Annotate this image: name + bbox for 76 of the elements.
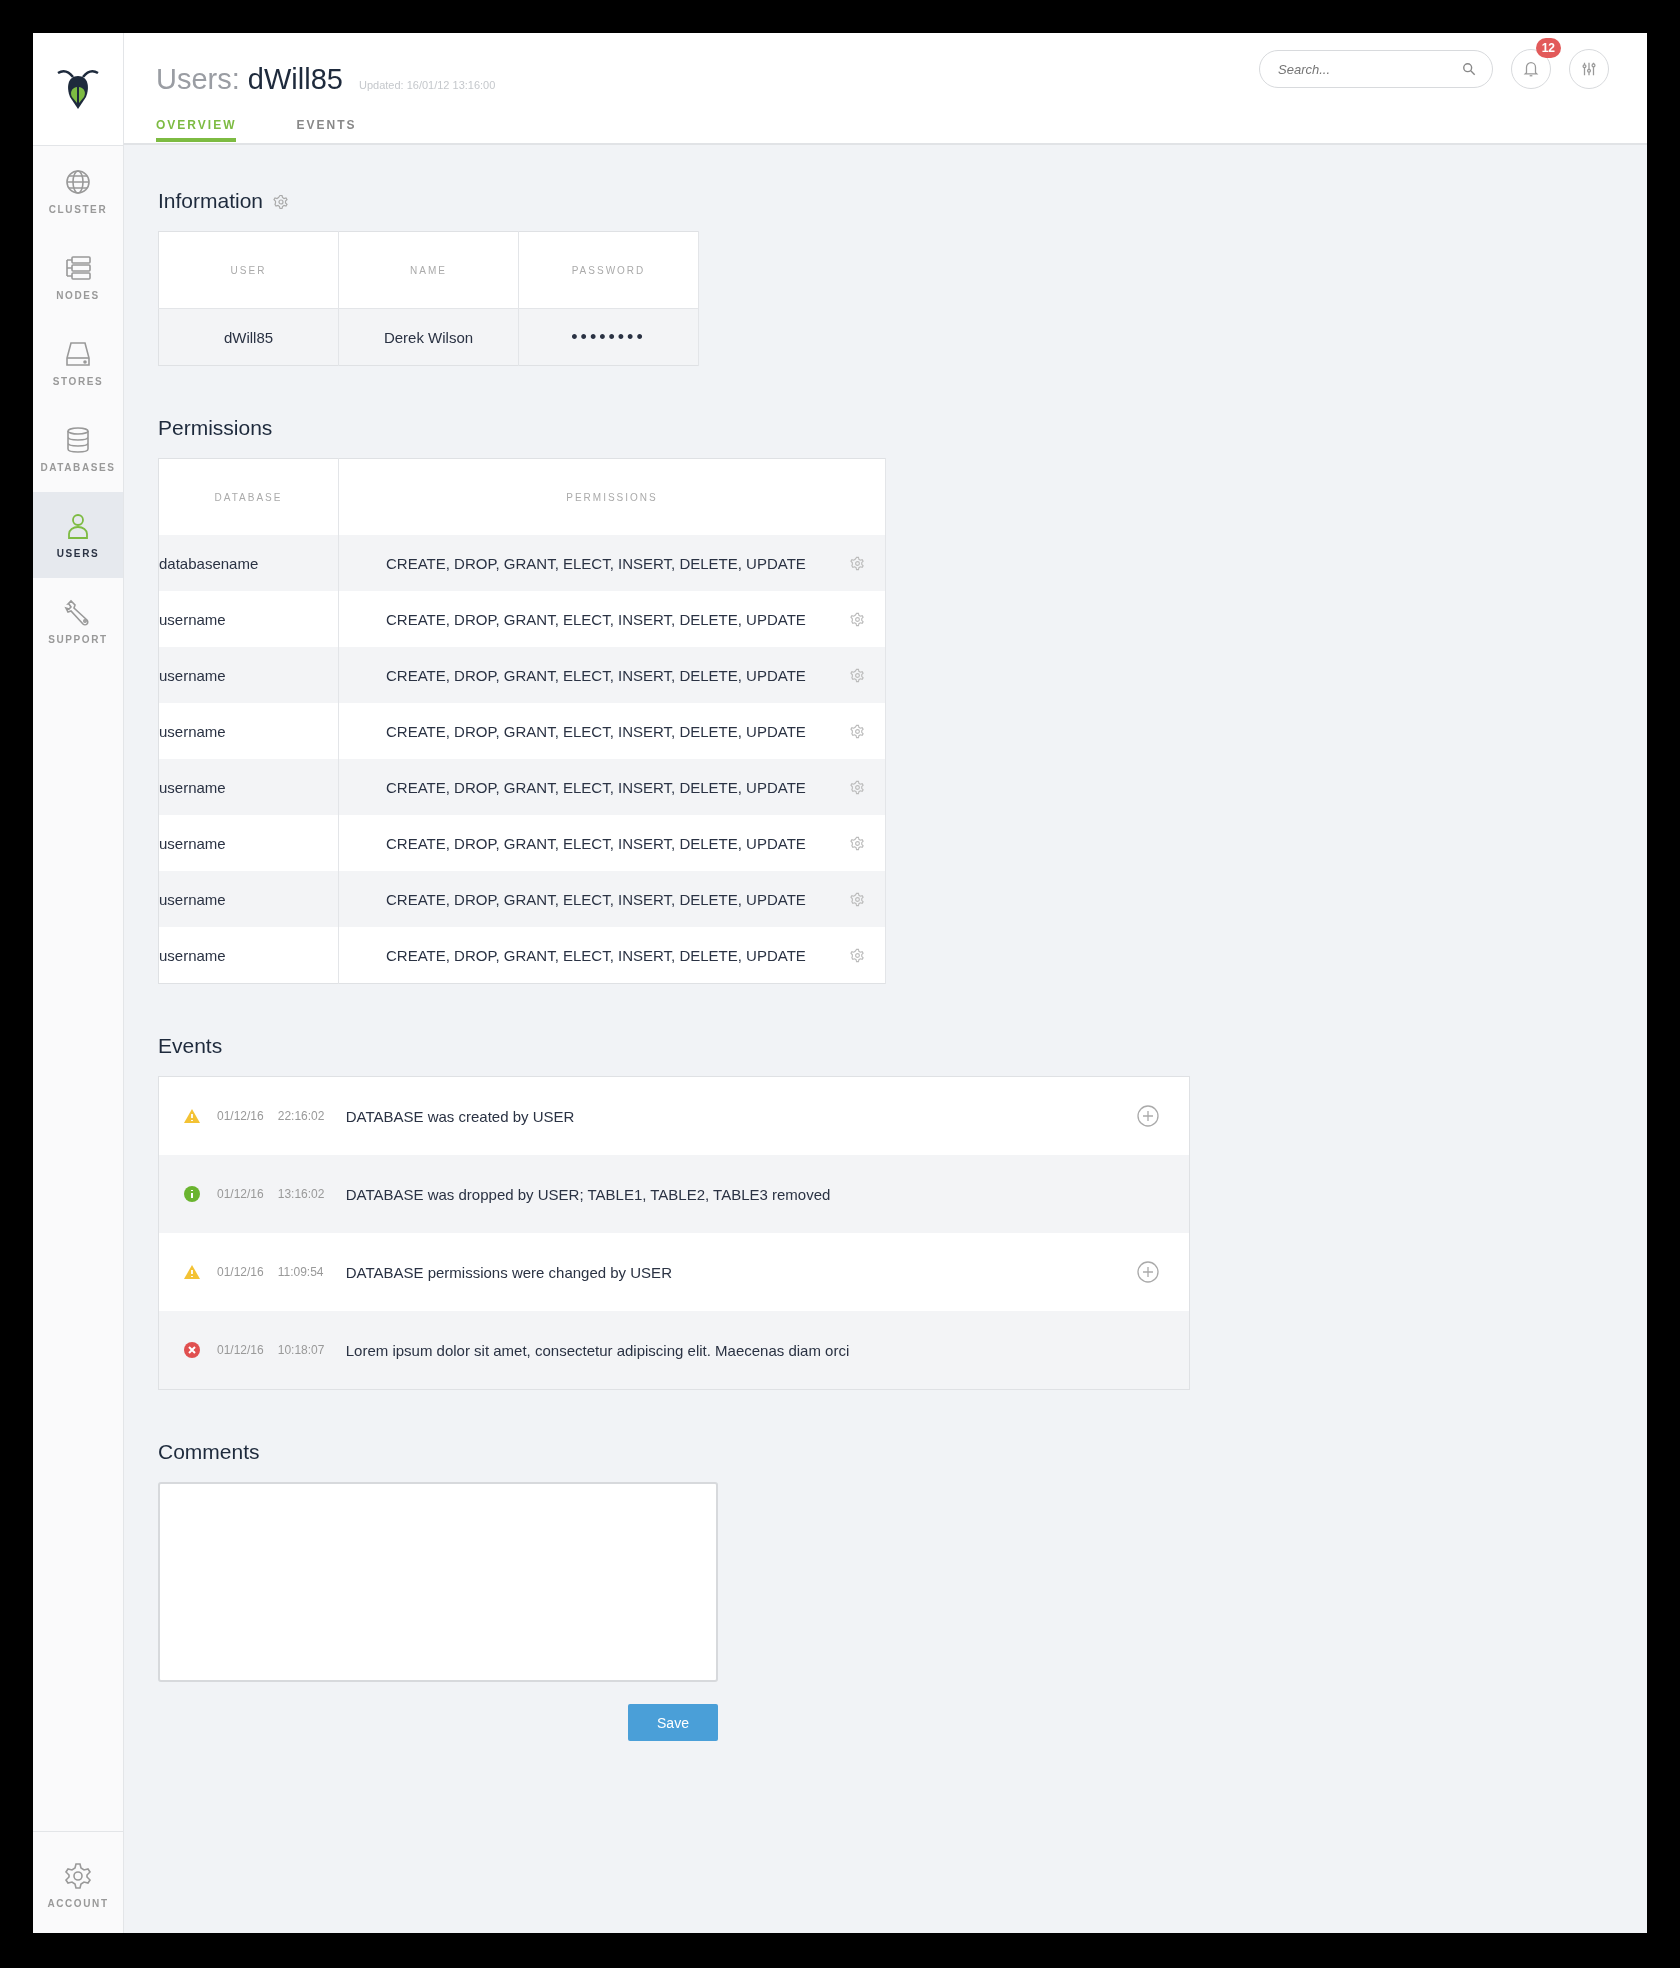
column-header: PERMISSIONS [566,491,658,503]
sliders-icon [1580,60,1598,78]
bug-logo-icon [56,67,100,111]
table-cell: CREATE, DROP, GRANT, ELECT, INSERT, DELETE, UPDATE [386,666,806,684]
event-time: 13:16:02 [277,1187,326,1201]
sidebar-item[interactable]: STORES [33,320,123,406]
bell-icon [1522,60,1540,78]
settings-icon[interactable] [273,194,290,210]
expand-plus-icon[interactable] [1137,1261,1159,1283]
table-cell: username [159,834,226,852]
table-cell: dWill85 [223,328,274,346]
section-title: Events [158,1034,224,1058]
comments-field[interactable] [158,1482,718,1682]
sidebar-item[interactable]: NODES [33,234,123,320]
settings-icon[interactable] [850,555,865,571]
section-title: Comments [158,1440,261,1464]
settings-icon[interactable] [850,891,865,907]
table-cell: Derek Wilson [383,328,474,346]
column-header: USER [230,264,267,276]
save-button[interactable]: Save [628,1704,718,1741]
event-date: 01/12/16 [217,1187,264,1201]
table-cell: CREATE, DROP, GRANT, ELECT, INSERT, DELETE, UPDATE [386,610,806,628]
table-cell: username [159,946,226,964]
search-field[interactable]: Search... [1259,50,1493,88]
table-cell: CREATE, DROP, GRANT, ELECT, INSERT, DELETE, UPDATE [386,778,806,796]
table-cell: CREATE, DROP, GRANT, ELECT, INSERT, DELETE, UPDATE [386,554,806,572]
table-cell: CREATE, DROP, GRANT, ELECT, INSERT, DELETE, UPDATE [386,722,806,740]
event-date: 01/12/16 [217,1265,264,1279]
table-cell: username [159,890,226,908]
column-header: PASSWORD [571,264,646,276]
globe-icon [64,167,92,196]
event-message: Lorem ipsum dolor sit amet, consectetur adipiscing elit. Maecenas diam orci [345,1341,851,1359]
sidebar-item[interactable]: SUPPORT [33,578,123,664]
section-title: Permissions [158,416,274,440]
server-stack-icon [64,253,92,282]
table-cell: username [159,778,226,796]
settings-icon[interactable] [850,835,865,851]
section-title: Information [158,189,264,213]
settings-icon[interactable] [850,667,865,683]
sidebar-item[interactable]: DATABASES [33,406,123,492]
column-header: NAME [410,264,447,276]
table-cell: databasename [159,554,259,572]
notification-count-badge: 12 [1535,38,1561,58]
event-date: 01/12/16 [217,1109,264,1123]
event-message: DATABASE was created by USER [345,1107,576,1125]
event-time: 22:16:02 [277,1109,326,1123]
event-time: 10:18:07 [277,1343,326,1357]
table-cell: CREATE, DROP, GRANT, ELECT, INSERT, DELETE, UPDATE [386,890,806,908]
table-cell: CREATE, DROP, GRANT, ELECT, INSERT, DELETE, UPDATE [386,834,806,852]
table-cell: username [159,722,226,740]
event-date: 01/12/16 [217,1343,264,1357]
sidebar-item[interactable]: ACCOUNT [33,1842,123,1928]
filters-button[interactable] [1569,49,1609,89]
event-time: 11:09:54 [277,1265,325,1279]
settings-icon[interactable] [850,779,865,795]
settings-icon[interactable] [850,723,865,739]
updated-timestamp: Updated: 16/01/12 13:16:00 [358,79,496,91]
expand-plus-icon[interactable] [1137,1105,1159,1127]
settings-icon[interactable] [850,611,865,627]
event-message: DATABASE was dropped by USER; TABLE1, TABLE2, TABLE3 removed [345,1185,832,1203]
tab[interactable]: EVENTS [296,118,357,142]
search-icon [1462,62,1476,76]
table-cell: username [159,666,226,684]
table-cell: CREATE, DROP, GRANT, ELECT, INSERT, DELETE, UPDATE [386,946,806,964]
hard-drive-icon [64,339,92,368]
settings-icon [64,1861,92,1890]
table-cell: •••••••• [571,326,646,347]
page-title: Users: dWill85 [156,63,343,96]
event-message: DATABASE permissions were changed by USER [345,1263,673,1281]
database-icon [64,425,92,454]
sidebar-item[interactable]: CLUSTER [33,148,123,234]
settings-icon[interactable] [850,947,865,963]
sidebar-item[interactable]: USERS [33,492,123,578]
column-header: DATABASE [214,491,283,503]
table-cell: username [159,610,226,628]
tab[interactable]: OVERVIEW [156,118,237,142]
